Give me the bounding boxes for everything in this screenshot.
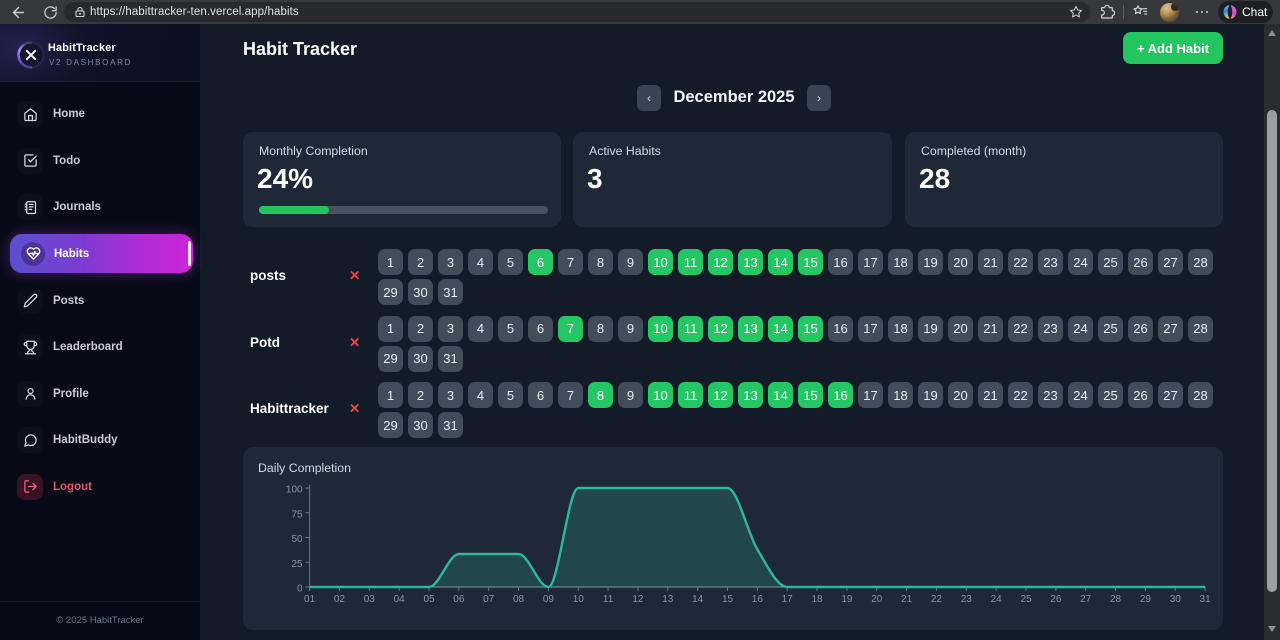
svg-text:26: 26 [1050, 594, 1062, 605]
svg-text:29: 29 [1140, 594, 1152, 605]
svg-text:24: 24 [991, 594, 1003, 605]
svg-text:17: 17 [782, 594, 794, 605]
svg-text:02: 02 [334, 594, 346, 605]
svg-text:23: 23 [961, 594, 973, 605]
svg-text:27: 27 [1080, 594, 1092, 605]
svg-text:15: 15 [722, 594, 734, 605]
svg-text:07: 07 [483, 594, 495, 605]
svg-text:31: 31 [1200, 594, 1212, 605]
svg-text:75: 75 [291, 509, 303, 520]
svg-text:30: 30 [1170, 594, 1182, 605]
svg-text:21: 21 [901, 594, 913, 605]
svg-text:10: 10 [573, 594, 585, 605]
svg-text:08: 08 [513, 594, 525, 605]
svg-text:01: 01 [304, 594, 316, 605]
svg-text:18: 18 [811, 594, 823, 605]
svg-text:13: 13 [662, 594, 674, 605]
svg-text:0: 0 [297, 584, 303, 595]
svg-text:06: 06 [453, 594, 465, 605]
svg-text:05: 05 [423, 594, 435, 605]
svg-text:16: 16 [752, 594, 764, 605]
svg-text:25: 25 [1020, 594, 1032, 605]
svg-text:04: 04 [394, 594, 406, 605]
svg-text:03: 03 [364, 594, 376, 605]
svg-text:09: 09 [543, 594, 555, 605]
svg-text:14: 14 [692, 594, 704, 605]
svg-text:50: 50 [291, 534, 303, 545]
svg-text:20: 20 [871, 594, 883, 605]
svg-text:11: 11 [603, 594, 614, 605]
svg-text:19: 19 [841, 594, 853, 605]
svg-text:28: 28 [1110, 594, 1122, 605]
svg-text:100: 100 [286, 485, 303, 496]
svg-text:25: 25 [291, 559, 303, 570]
svg-text:22: 22 [931, 594, 943, 605]
svg-text:12: 12 [632, 594, 644, 605]
